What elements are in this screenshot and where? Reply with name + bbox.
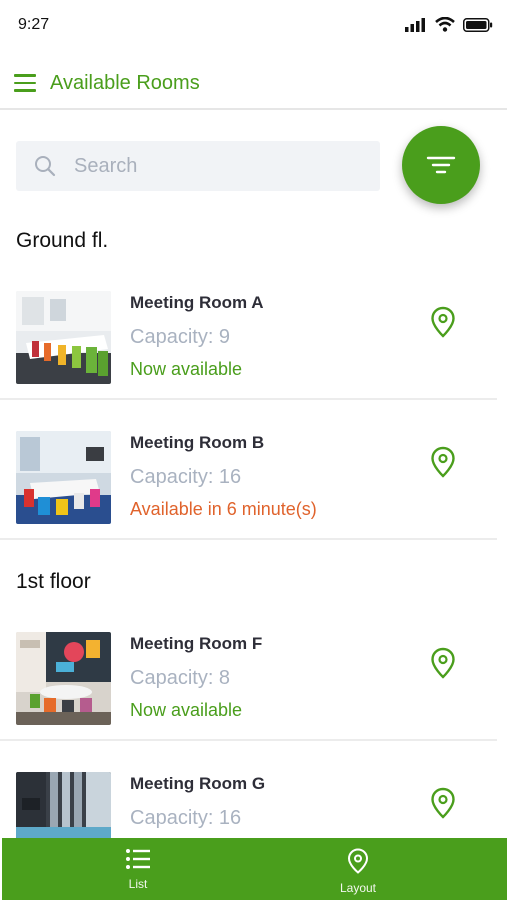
room-photo: [16, 291, 111, 384]
room-capacity: Capacity: 9: [130, 326, 231, 348]
location-pin-icon: [347, 848, 369, 874]
search-bar[interactable]: [16, 141, 380, 191]
battery-icon: [463, 17, 493, 32]
filter-button[interactable]: [402, 126, 480, 204]
nav-item-layout[interactable]: Layout: [298, 848, 418, 895]
room-availability: Now available: [130, 700, 243, 720]
room-photo: [16, 632, 111, 725]
section-title-ground-floor: Ground fl.: [16, 229, 109, 252]
room-photo: [16, 431, 111, 524]
hamburger-icon[interactable]: [14, 74, 36, 92]
room-availability: Available in 6 minute(s): [130, 499, 317, 519]
location-pin-icon[interactable]: [430, 787, 456, 819]
app-bar: Available Rooms: [0, 56, 507, 110]
status-time: 9:27: [18, 16, 50, 33]
room-availability: Now available: [130, 359, 243, 379]
room-name: Meeting Room B: [130, 433, 265, 452]
room-capacity: Capacity: 16: [130, 466, 242, 488]
wifi-icon: [435, 17, 455, 32]
room-photo: [16, 772, 111, 839]
room-list-item[interactable]: Meeting Room B Capacity: 16 Available in…: [0, 400, 497, 540]
location-pin-icon[interactable]: [430, 446, 456, 478]
status-bar: 9:27: [0, 0, 507, 52]
location-pin-icon[interactable]: [430, 306, 456, 338]
location-pin-icon[interactable]: [430, 647, 456, 679]
section-title-1st-floor: 1st floor: [16, 570, 91, 593]
search-icon: [35, 156, 56, 177]
search-input[interactable]: [74, 151, 364, 181]
list-icon: [126, 849, 150, 869]
bottom-navigation: List Layout: [2, 838, 507, 900]
room-name: Meeting Room G: [130, 774, 266, 793]
room-name: Meeting Room F: [130, 634, 263, 653]
nav-item-list[interactable]: List: [78, 848, 198, 891]
page-title: Available Rooms: [50, 72, 200, 94]
nav-label-layout: Layout: [339, 881, 377, 895]
nav-label-list: List: [128, 877, 148, 891]
signal-icon: [405, 17, 425, 32]
room-capacity: Capacity: 8: [130, 667, 231, 689]
room-list-item[interactable]: Meeting Room A Capacity: 9 Now available: [0, 260, 497, 400]
room-name: Meeting Room A: [130, 293, 264, 312]
room-capacity: Capacity: 16: [130, 807, 242, 829]
filter-icon: [426, 156, 456, 174]
room-list-item[interactable]: Meeting Room F Capacity: 8 Now available: [0, 601, 497, 741]
